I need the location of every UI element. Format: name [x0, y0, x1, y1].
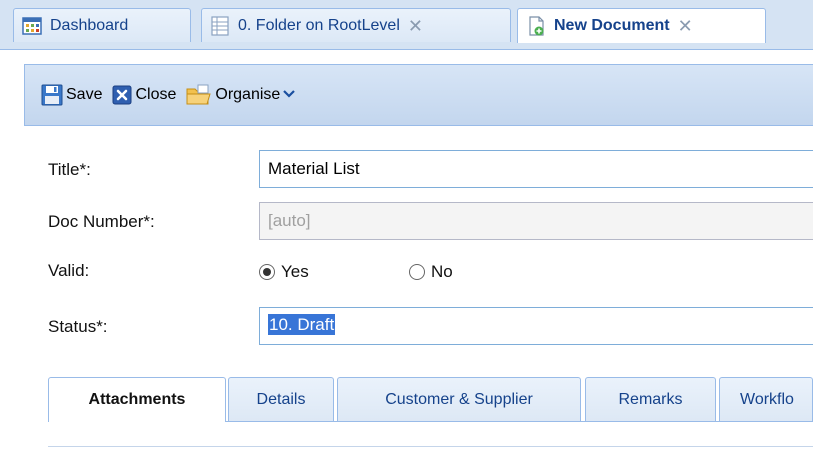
doc-number-label: Doc Number*: [48, 212, 155, 231]
tab-details[interactable]: Details [228, 377, 334, 421]
close-tab-icon[interactable]: ✕ [678, 17, 693, 35]
tab-remarks[interactable]: Remarks [585, 377, 716, 421]
new-document-icon [529, 16, 544, 36]
tab-label: Dashboard [50, 16, 129, 34]
document-tab-strip: Dashboard 0. Folder on RootLevel ✕ New D… [0, 0, 813, 50]
status-selected-text: 10. Draft [268, 314, 336, 335]
floppy-disk-icon [41, 84, 63, 106]
dashboard-icon [22, 16, 42, 35]
tab-dashboard[interactable]: Dashboard [13, 8, 191, 42]
tab-new-document[interactable]: New Document ✕ [517, 8, 766, 43]
radio-unchecked-icon [409, 264, 425, 280]
tab-panel-divider [48, 446, 813, 447]
status-label: Status*: [48, 317, 108, 336]
tab-attachments[interactable]: Attachments [48, 377, 226, 422]
document-toolbar: Save Close Organise [24, 64, 813, 126]
valid-yes-radio[interactable]: Yes [259, 262, 309, 282]
close-tab-icon[interactable]: ✕ [408, 17, 423, 35]
valid-no-label: No [431, 262, 453, 281]
detail-tab-strip: Attachments Details Customer & Supplier … [48, 377, 813, 422]
tab-workflow[interactable]: Workflo [719, 377, 813, 421]
tab-customer-supplier[interactable]: Customer & Supplier [337, 377, 581, 421]
valid-label: Valid: [48, 261, 90, 280]
tab-folder-on-rootlevel[interactable]: 0. Folder on RootLevel ✕ [201, 8, 511, 42]
folder-grid-icon [211, 15, 229, 36]
close-label: Close [135, 86, 177, 103]
save-label: Save [66, 86, 103, 103]
save-button[interactable]: Save [41, 84, 102, 106]
tab-label: 0. Folder on RootLevel [238, 16, 400, 34]
folder-icon [186, 84, 212, 105]
title-field[interactable]: Material List [259, 150, 813, 188]
title-label: Title*: [48, 160, 91, 179]
valid-no-radio[interactable]: No [409, 262, 453, 282]
close-button[interactable]: Close [112, 85, 176, 105]
organise-label: Organise [215, 86, 281, 103]
close-icon [112, 85, 132, 105]
radio-checked-icon [259, 264, 275, 280]
status-field[interactable]: 10. Draft [259, 307, 813, 345]
valid-yes-label: Yes [281, 262, 309, 281]
tab-label: New Document [554, 17, 670, 34]
chevron-down-icon [283, 88, 298, 102]
organise-menu-button[interactable]: Organise [186, 84, 298, 106]
doc-number-field: [auto] [259, 202, 813, 240]
